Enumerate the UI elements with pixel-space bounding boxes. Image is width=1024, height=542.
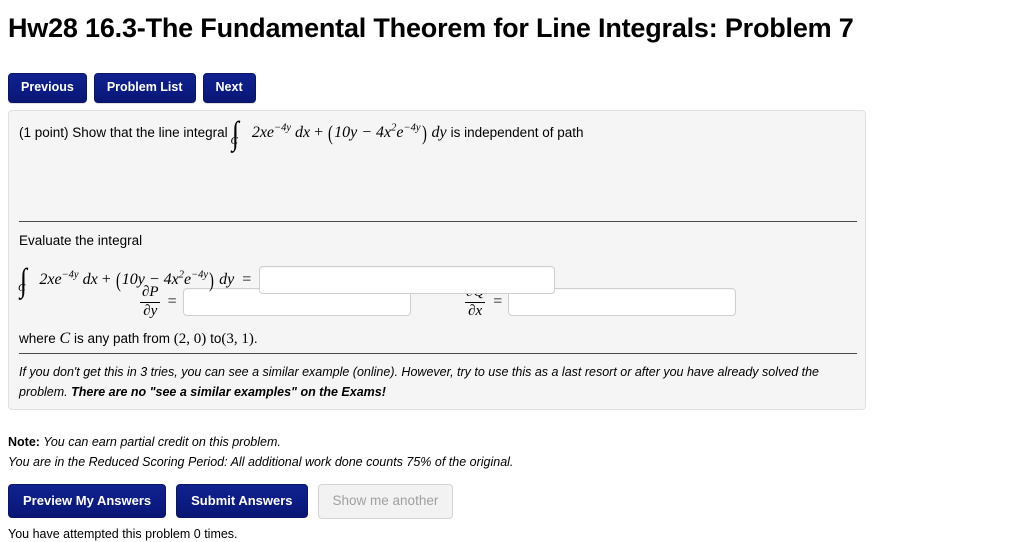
notes-block: Note: You can earn partial credit on thi… [8, 432, 513, 472]
partial-q-denominator: ∂x [465, 301, 486, 320]
previous-button[interactable]: Previous [8, 73, 87, 103]
answer-equals: = [242, 271, 252, 288]
problem-page: Hw28 16.3-The Fundamental Theorem for Li… [0, 0, 1024, 541]
evaluate-paren-open: ( [115, 267, 121, 292]
evaluate-row: ∫C 2xe−4y dx + (10y − 4x2e−4y) dy = [18, 262, 556, 299]
start-point: (2, 0) [173, 331, 207, 347]
hint-bold: There are no "see a similar examples" on… [71, 385, 386, 399]
evaluate-integral-subscript: C [18, 281, 26, 294]
dy-differential: dy [431, 124, 447, 141]
divider-bottom [19, 353, 857, 354]
partial-p-denominator: ∂y [140, 301, 161, 320]
evaluate-dx: dx [82, 270, 98, 288]
note-partial-credit: You can earn partial credit on this prob… [39, 435, 281, 449]
integral-answer-input[interactable] [259, 266, 556, 294]
submit-answers-button[interactable]: Submit Answers [176, 484, 308, 518]
action-buttons: Preview My Answers Submit Answers Show m… [8, 484, 454, 519]
statement-prefix: Show that the line integral [72, 125, 228, 140]
partial-p-equals: = [167, 293, 177, 311]
evaluate-first-term-exponent: −4y [61, 269, 79, 281]
dx-differential: dx [295, 124, 311, 141]
problem-statement: (1 point) Show that the line integral ∫C… [19, 116, 584, 152]
where-prefix: where [19, 331, 56, 346]
next-button[interactable]: Next [202, 73, 256, 103]
evaluate-paren-close: ) [209, 267, 215, 292]
where-period: . [253, 331, 258, 346]
curve-label: C [59, 330, 71, 347]
problem-navigation: Previous Problem List Next [8, 73, 256, 103]
problem-list-button[interactable]: Problem List [93, 73, 196, 103]
points-label: (1 point) [19, 125, 69, 140]
preview-answers-button[interactable]: Preview My Answers [8, 484, 167, 518]
end-point: (3, 1) [221, 331, 254, 347]
note-reduced-scoring: You are in the Reduced Scoring Period: A… [8, 455, 514, 469]
divider-top [19, 221, 857, 222]
path-description: where C is any path from (2, 0) to(3, 1)… [19, 330, 258, 348]
second-term-b-exponent: −4y [403, 122, 421, 134]
statement-suffix: is independent of path [450, 125, 584, 140]
plus-operator: + [314, 124, 324, 141]
integrand-first-term: 2xe [251, 124, 275, 141]
note-label: Note: [8, 435, 40, 449]
note-line-1: Note: You can earn partial credit on thi… [8, 432, 513, 452]
evaluate-first-term: 2xe [39, 270, 62, 288]
evaluate-second-term-b-exponent: −4y [191, 269, 209, 281]
evaluate-label: Evaluate the integral [19, 233, 143, 248]
evaluate-integral-expression: ∫C 2xe−4y dx + (10y − 4x2e−4y) dy [18, 262, 235, 299]
hint-text: If you don't get this in 3 tries, you ca… [19, 362, 855, 402]
paren-open: ( [328, 121, 334, 145]
evaluate-plus: + [101, 270, 111, 288]
evaluate-second-term-a: 10y − 4x [121, 270, 179, 288]
integrand-second-term-b: e [396, 124, 404, 141]
page-title: Hw28 16.3-The Fundamental Theorem for Li… [8, 13, 854, 43]
attempt-counter: You have attempted this problem 0 times. [8, 527, 238, 541]
line-integral-expression: ∫C 2xe−4y dx + (10y − 4x2e−4y) dy [230, 116, 447, 152]
partial-q-equals: = [493, 293, 503, 311]
where-mid: is any path from [73, 331, 171, 346]
where-to: to [210, 331, 222, 346]
problem-panel: (1 point) Show that the line integral ∫C… [8, 110, 866, 410]
paren-close: ) [421, 121, 427, 145]
integral-subscript: C [230, 135, 238, 147]
first-term-exponent: −4y [274, 122, 292, 134]
evaluate-dy: dy [219, 270, 235, 288]
integrand-second-term-a: 10y − 4x [334, 124, 392, 141]
show-me-another-button: Show me another [317, 484, 454, 519]
